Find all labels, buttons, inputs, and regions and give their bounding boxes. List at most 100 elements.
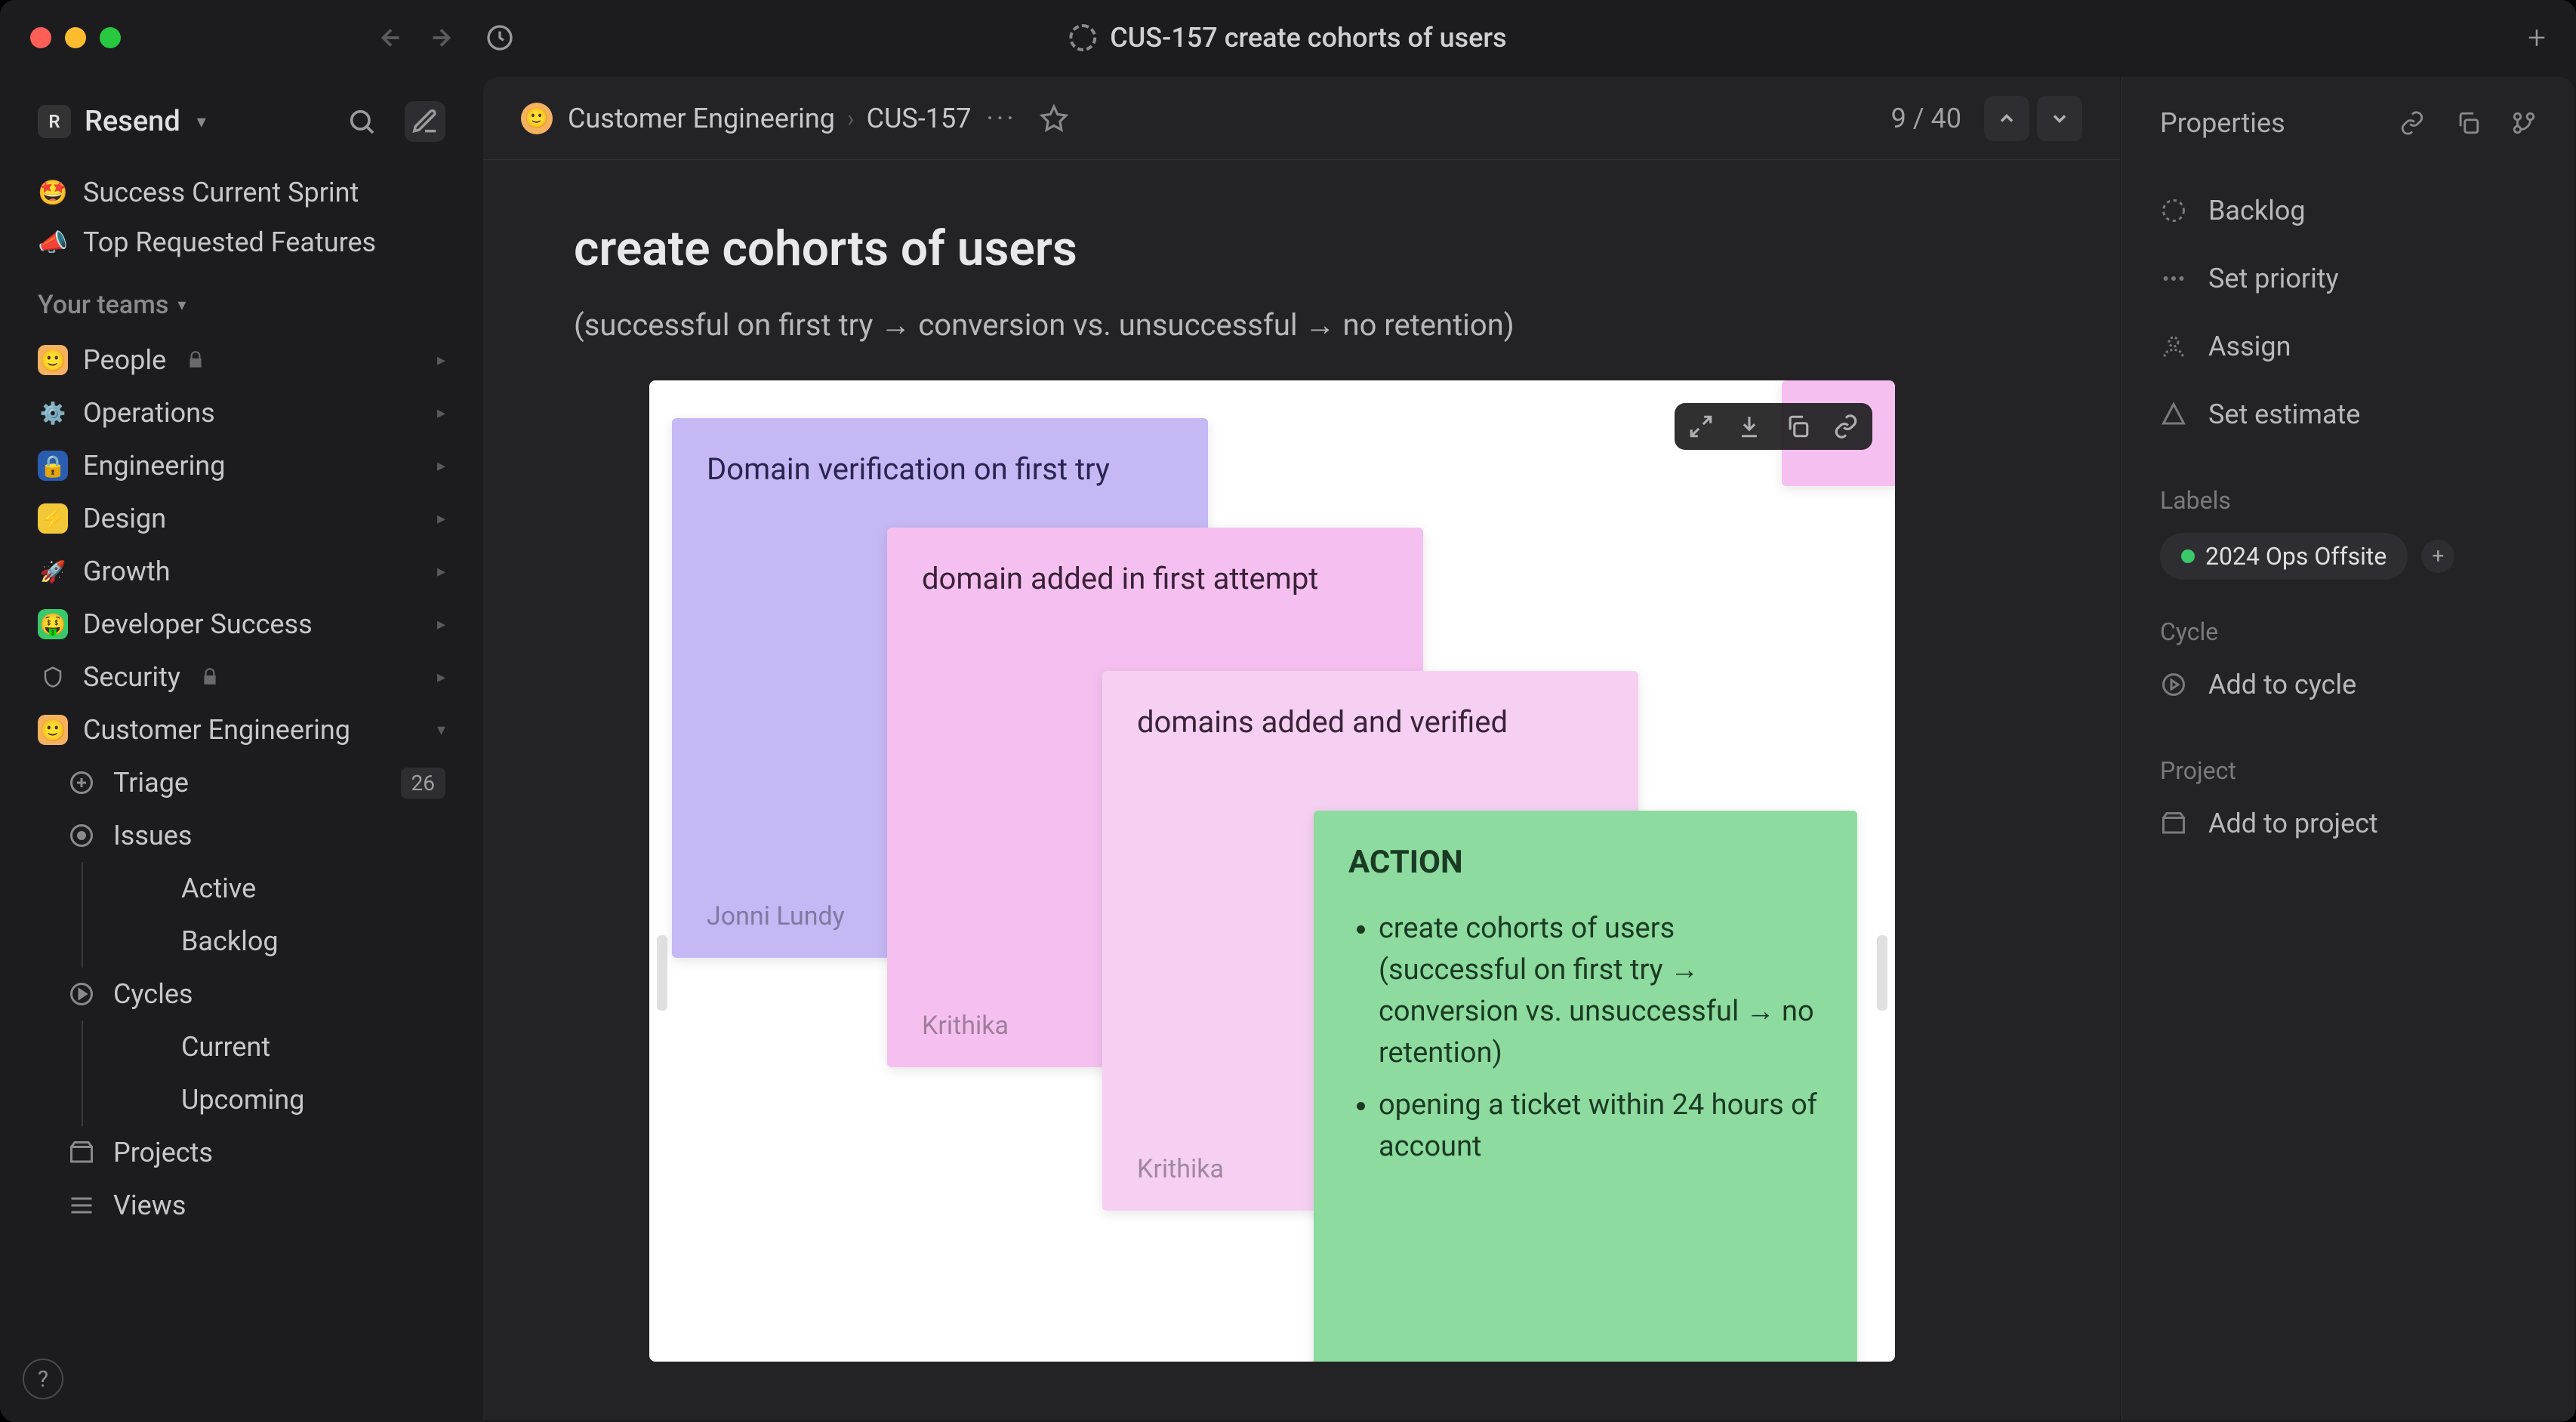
- next-issue-button[interactable]: [2037, 96, 2082, 141]
- scroll-hint-left: [657, 935, 667, 1011]
- copy-id-icon[interactable]: [2455, 110, 2481, 136]
- add-to-cycle[interactable]: Add to cycle: [2160, 664, 2537, 719]
- sticky-text: domains added and verified: [1137, 701, 1604, 743]
- sidebar-cycles[interactable]: Cycles: [15, 968, 468, 1020]
- workspace-name: Resend: [85, 105, 180, 138]
- add-label-button[interactable]: +: [2421, 540, 2454, 573]
- add-to-project[interactable]: Add to project: [2160, 803, 2537, 857]
- download-icon[interactable]: [1736, 414, 1762, 439]
- copy-icon[interactable]: [1785, 414, 1810, 439]
- label-color-dot: [2181, 549, 2195, 563]
- team-developer-success[interactable]: 🤑 Developer Success ▸: [15, 598, 468, 651]
- sidebar-projects[interactable]: Projects: [15, 1126, 468, 1179]
- estimate-icon: [2160, 401, 2190, 428]
- project-icon: [2160, 810, 2190, 837]
- team-people[interactable]: 🙂 People ▸: [15, 334, 468, 386]
- team-security[interactable]: Security ▸: [15, 651, 468, 703]
- chevron-right-icon: ▸: [437, 615, 445, 634]
- more-icon[interactable]: ···: [986, 103, 1016, 134]
- sticky-author: Jonni Lundy: [707, 899, 845, 935]
- search-icon[interactable]: [341, 101, 382, 142]
- sidebar-issues-active[interactable]: Active: [82, 862, 468, 915]
- sidebar-cycles-current[interactable]: Current: [82, 1020, 468, 1073]
- traffic-lights: [30, 27, 121, 48]
- properties-panel: Properties Backlog: [2122, 77, 2574, 1420]
- sidebar-issues[interactable]: Issues: [15, 809, 468, 862]
- sidebar-views[interactable]: Views: [15, 1179, 468, 1232]
- git-branch-icon[interactable]: [2511, 110, 2537, 136]
- workspace-switcher[interactable]: R Resend ▾: [15, 91, 468, 152]
- star-icon[interactable]: [1040, 104, 1068, 133]
- assignee-icon: [2160, 333, 2190, 360]
- favorite-label: Success Current Sprint: [83, 177, 359, 208]
- favorite-item[interactable]: 📣 Top Requested Features: [15, 217, 468, 267]
- copy-link-icon[interactable]: [2399, 110, 2425, 136]
- megaphone-icon: 📣: [38, 228, 68, 257]
- maximize-window[interactable]: [100, 27, 121, 48]
- close-window[interactable]: [30, 27, 51, 48]
- triage-count: 26: [401, 768, 445, 799]
- sidebar: R Resend ▾ 🤩 Success Current Sprint 📣: [0, 75, 483, 1422]
- help-button[interactable]: ?: [23, 1359, 63, 1399]
- prop-estimate[interactable]: Set estimate: [2160, 380, 2537, 448]
- window-title: CUS-157 create cohorts of users: [1069, 22, 1506, 54]
- prop-assign[interactable]: Assign: [2160, 312, 2537, 380]
- attachment-image[interactable]: Domain verification on first try Jonni L…: [649, 380, 1895, 1362]
- priority-icon: [2160, 265, 2190, 292]
- team-engineering[interactable]: 🔒 Engineering ▸: [15, 439, 468, 492]
- history-icon[interactable]: [485, 23, 515, 53]
- cycle-icon: [2160, 671, 2190, 698]
- new-issue-icon[interactable]: [405, 101, 445, 142]
- team-growth[interactable]: 🚀 Growth ▸: [15, 545, 468, 598]
- main-content: 🙂 Customer Engineering › CUS-157 ··· 9 /…: [483, 77, 2120, 1420]
- nav-back-icon[interactable]: [377, 24, 405, 51]
- expand-icon[interactable]: [1688, 414, 1714, 439]
- projects-icon: [68, 1139, 98, 1166]
- chevron-right-icon: ▸: [437, 351, 445, 370]
- project-icon: 🙂: [521, 103, 553, 134]
- chevron-right-icon: ▸: [437, 404, 445, 423]
- prev-issue-button[interactable]: [1984, 96, 2029, 141]
- sticky-note-green: ACTION create cohorts of users (successf…: [1314, 811, 1857, 1362]
- scroll-hint-right: [1877, 935, 1887, 1011]
- image-toolbar: [1675, 403, 1872, 450]
- issue-counter: 9 / 40: [1891, 103, 1961, 134]
- chevron-down-icon: ▾: [197, 111, 206, 132]
- views-icon: [68, 1192, 98, 1219]
- team-customer-engineering[interactable]: 🙂 Customer Engineering ▾: [15, 703, 468, 756]
- chevron-down-icon: ▾: [437, 721, 445, 740]
- sidebar-triage[interactable]: Triage 26: [15, 756, 468, 809]
- breadcrumb-bar: 🙂 Customer Engineering › CUS-157 ··· 9 /…: [483, 77, 2120, 160]
- issue-title[interactable]: create cohorts of users: [574, 220, 2029, 277]
- label-chip[interactable]: 2024 Ops Offsite: [2160, 533, 2408, 580]
- lock-icon: [200, 667, 220, 687]
- nav-forward-icon[interactable]: [427, 24, 454, 51]
- issue-description[interactable]: (successful on first try → conversion vs…: [574, 307, 2029, 343]
- workspace-avatar: R: [38, 105, 71, 138]
- sticky-action-title: ACTION: [1348, 841, 1823, 885]
- favorite-label: Top Requested Features: [83, 226, 376, 258]
- link-icon[interactable]: [1833, 414, 1859, 439]
- favorite-item[interactable]: 🤩 Success Current Sprint: [15, 168, 468, 217]
- sticky-author: Krithika: [1137, 1152, 1224, 1188]
- window-title-text: CUS-157 create cohorts of users: [1110, 22, 1506, 54]
- action-bullet: opening a ticket within 24 hours of acco…: [1379, 1085, 1823, 1168]
- breadcrumb-project[interactable]: Customer Engineering: [568, 103, 835, 134]
- team-design[interactable]: ⚡ Design ▸: [15, 492, 468, 545]
- properties-title: Properties: [2160, 107, 2285, 139]
- prop-status[interactable]: Backlog: [2160, 177, 2537, 245]
- chevron-right-icon: ▸: [437, 668, 445, 687]
- team-operations[interactable]: ⚙️ Operations ▸: [15, 386, 468, 439]
- titlebar: CUS-157 create cohorts of users +: [0, 0, 2576, 75]
- sidebar-issues-backlog[interactable]: Backlog: [82, 915, 468, 968]
- minimize-window[interactable]: [65, 27, 86, 48]
- add-tab-button[interactable]: +: [2528, 20, 2546, 57]
- breadcrumb-issue[interactable]: CUS-157: [867, 103, 972, 134]
- prop-priority[interactable]: Set priority: [2160, 245, 2537, 312]
- chevron-down-icon: ▾: [177, 296, 186, 315]
- sidebar-cycles-upcoming[interactable]: Upcoming: [82, 1073, 468, 1126]
- section-header-teams[interactable]: Your teams ▾: [15, 267, 468, 334]
- star-struck-icon: 🤩: [38, 178, 68, 207]
- action-bullet: create cohorts of users (successful on f…: [1379, 908, 1823, 1074]
- cycles-icon: [68, 980, 98, 1008]
